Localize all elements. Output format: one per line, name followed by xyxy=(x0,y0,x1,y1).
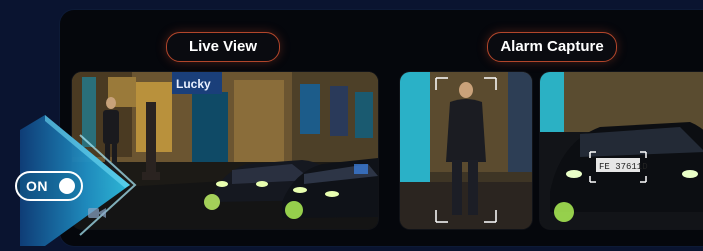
toggle-label: ON xyxy=(26,178,48,194)
alarm-capture-plate-image: FE 37611D xyxy=(540,72,703,229)
video-camera-icon xyxy=(88,206,106,218)
live-view-label: Live View xyxy=(166,32,280,62)
toggle-knob xyxy=(59,178,75,194)
on-toggle[interactable]: ON xyxy=(15,171,83,201)
alarm-capture-label: Alarm Capture xyxy=(487,32,617,62)
alarm-capture-person-image xyxy=(400,72,532,229)
license-plate-text: FE 37611D xyxy=(599,162,648,172)
store-sign: Lucky xyxy=(176,77,211,91)
